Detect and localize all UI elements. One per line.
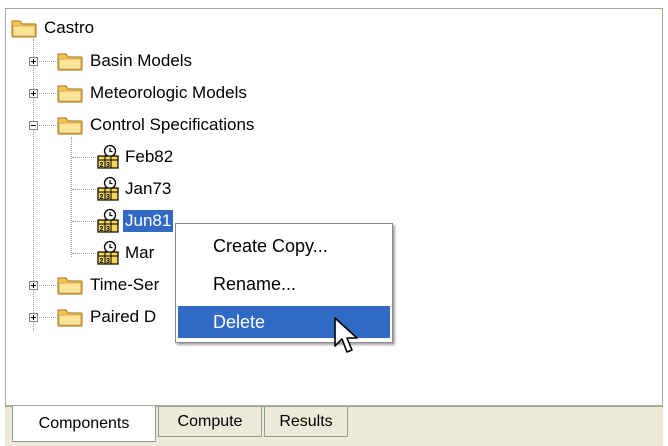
tree-node-meteorologic-models[interactable]: Meteorologic Models	[56, 78, 249, 108]
node-label: Mar	[125, 243, 155, 262]
node-label: Jan73	[125, 179, 172, 198]
menu-item-create-copy[interactable]: Create Copy...	[178, 230, 390, 262]
tree-node-spec-jan73[interactable]: Jan73	[96, 174, 173, 204]
menu-item-label: Create Copy...	[213, 235, 328, 256]
node-label: Jun81	[123, 210, 174, 232]
menu-item-label: Rename...	[213, 273, 297, 294]
folder-icon	[56, 306, 84, 328]
node-label: Basin Models	[90, 51, 193, 70]
tab-label: Components	[38, 414, 130, 432]
mouse-pointer-icon	[334, 317, 358, 353]
control-spec-icon	[96, 240, 120, 266]
tree-line	[72, 157, 96, 158]
node-label: Time-Ser	[90, 275, 160, 294]
tree-node-basin-models[interactable]: Basin Models	[56, 46, 194, 76]
folder-icon	[56, 82, 84, 104]
node-label: Castro	[44, 18, 95, 37]
tree-line	[72, 189, 96, 190]
node-label: Meteorologic Models	[90, 83, 247, 102]
tab-label: Compute	[177, 412, 243, 430]
folder-icon	[56, 274, 84, 296]
tree-line	[72, 253, 96, 254]
node-label: Paired D	[90, 307, 157, 326]
tree-node-spec-mar[interactable]: Mar	[96, 238, 156, 268]
tree-line-specs	[71, 137, 72, 257]
tree-node-castro[interactable]: Castro	[10, 13, 96, 43]
tree-node-spec-feb82[interactable]: Feb82	[96, 142, 175, 172]
tab-label: Results	[279, 412, 333, 430]
tree-line	[72, 221, 96, 222]
control-spec-icon	[96, 144, 120, 170]
tree-node-spec-jun81[interactable]: Jun81	[96, 206, 174, 236]
tree-node-paired-data[interactable]: Paired D	[56, 302, 158, 332]
folder-open-icon	[56, 114, 84, 136]
expand-plus-icon[interactable]	[29, 57, 38, 66]
tab-results[interactable]: Results	[264, 407, 348, 437]
menu-item-rename[interactable]: Rename...	[178, 268, 390, 300]
expand-plus-icon[interactable]	[29, 281, 38, 290]
tab-compute[interactable]: Compute	[158, 407, 262, 437]
tab-components[interactable]: Components	[12, 406, 156, 442]
node-label: Feb82	[125, 147, 174, 166]
tree-node-control-specifications[interactable]: Control Specifications	[56, 110, 256, 140]
control-spec-icon	[96, 208, 120, 234]
folder-open-icon	[10, 17, 38, 39]
tree-node-time-series[interactable]: Time-Ser	[56, 270, 161, 300]
expand-plus-icon[interactable]	[29, 89, 38, 98]
tab-bar: Components Compute Results	[5, 406, 663, 446]
expand-plus-icon[interactable]	[29, 313, 38, 322]
folder-icon	[56, 50, 84, 72]
node-label: Control Specifications	[90, 115, 255, 134]
menu-item-label: Delete	[213, 311, 266, 332]
collapse-minus-icon[interactable]	[29, 121, 38, 130]
control-spec-icon	[96, 176, 120, 202]
